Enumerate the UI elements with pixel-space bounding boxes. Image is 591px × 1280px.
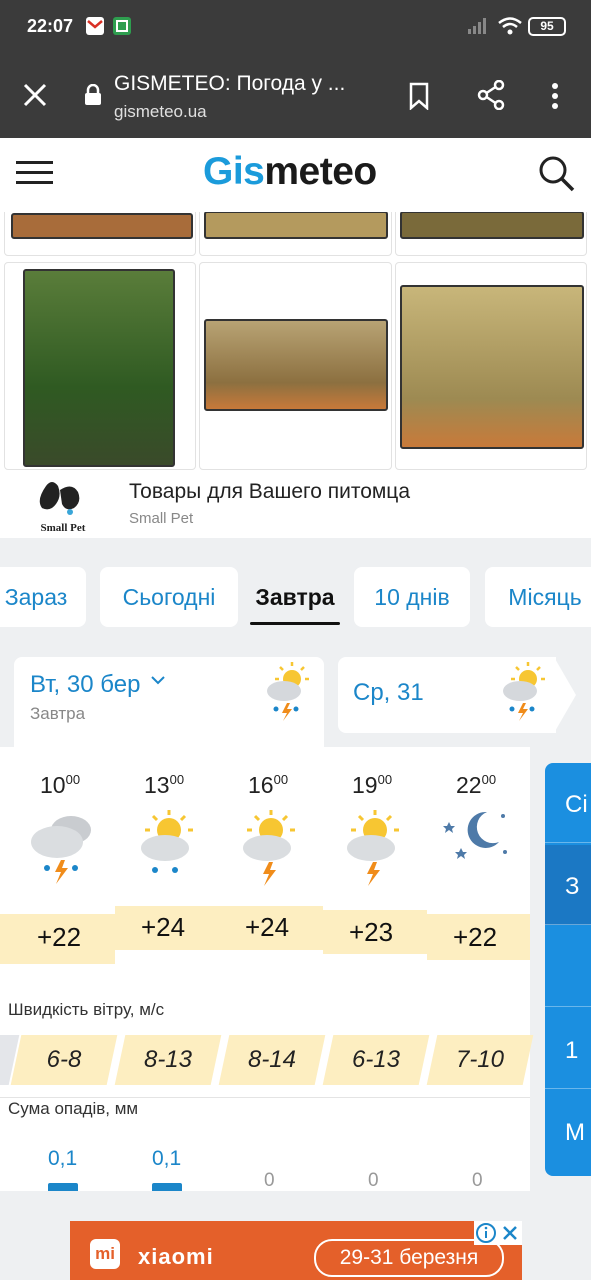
hamburger-menu-icon[interactable] <box>16 160 54 191</box>
tab-label: 10 днів <box>374 583 450 610</box>
signal-icon <box>467 17 489 35</box>
hour-label: 2200 <box>456 772 497 798</box>
side-menu-item[interactable]: З <box>545 845 591 925</box>
tab-month[interactable]: Місяць <box>485 567 591 627</box>
divider <box>0 1097 530 1098</box>
side-menu-item[interactable]: М <box>545 1091 591 1171</box>
tab-label: Сьогодні <box>122 583 216 610</box>
temperature-value: +24 <box>245 912 290 942</box>
chevron-down-icon[interactable] <box>149 671 167 694</box>
day-card-subtitle: Завтра <box>30 704 86 723</box>
active-tab-underline <box>250 622 340 625</box>
browser-toolbar: GISMETEO: Погода у ... gismeteo.ua <box>0 52 591 138</box>
wind-speed-value: 8-14 <box>247 1046 297 1073</box>
lock-icon[interactable] <box>84 83 102 111</box>
side-menu-item[interactable] <box>545 927 591 1007</box>
close-icon[interactable] <box>22 82 48 113</box>
tab-now[interactable]: Зараз <box>0 567 86 627</box>
ad-product-image[interactable] <box>4 212 196 256</box>
logo-meteo: meteo <box>264 150 377 193</box>
precipitation-bar <box>152 1183 182 1191</box>
precipitation-value: 0 <box>368 1170 379 1191</box>
sun-cloud-rain-thunder-icon <box>262 659 312 730</box>
temperature-value: +22 <box>37 922 82 952</box>
precipitation-value: 0 <box>264 1170 275 1191</box>
tab-label: Завтра <box>255 583 335 610</box>
tab-tomorrow[interactable]: Завтра <box>250 567 340 627</box>
small-pet-logo[interactable]: Small Pet <box>32 478 94 536</box>
temperature-value: +22 <box>453 922 498 952</box>
wind-speed-value: 7-10 <box>455 1046 505 1073</box>
mi-logo-icon: mi <box>90 1239 120 1269</box>
day-card-next[interactable]: Ср, 31 <box>338 657 556 733</box>
ad-title[interactable]: Товары для Вашего питомца <box>129 480 410 504</box>
precipitation-bar <box>48 1183 78 1191</box>
precipitation-label: Сума опадів, мм <box>8 1099 139 1118</box>
wifi-icon <box>497 16 523 36</box>
page-title: GISMETEO: Погода у ... <box>114 72 346 95</box>
tab-today[interactable]: Сьогодні <box>100 567 238 627</box>
ad-subtitle: Small Pet <box>129 510 194 527</box>
logo-gis: Gis <box>203 150 265 193</box>
sheets-icon <box>113 17 131 35</box>
page-url[interactable]: gismeteo.ua <box>114 102 207 122</box>
sun-cloud-thunder-icon <box>235 808 305 888</box>
ad-product-image[interactable] <box>199 212 392 256</box>
ad-product-image[interactable] <box>4 262 196 470</box>
moon-stars-icon <box>443 808 513 888</box>
battery-indicator: 95 <box>528 17 566 36</box>
wind-speed-value: 6-8 <box>46 1046 82 1073</box>
hour-label: 1000 <box>40 772 81 798</box>
hour-label: 1600 <box>248 772 289 798</box>
cloud-rain-thunder-icon <box>27 808 97 888</box>
precipitation-value: 0,1 <box>152 1147 182 1170</box>
side-menu-item[interactable]: 1 <box>545 1009 591 1089</box>
temperature-value: +24 <box>141 912 186 942</box>
ad-product-image[interactable] <box>395 262 587 470</box>
site-header: Gismeteo <box>0 138 591 212</box>
status-bar: 22:07 95 <box>0 0 591 52</box>
sun-cloud-rain-thunder-icon <box>498 659 548 730</box>
ad-product-image[interactable] <box>199 262 392 470</box>
status-time: 22:07 <box>27 16 74 36</box>
precipitation-value: 0,1 <box>48 1147 78 1170</box>
side-menu-item[interactable]: Сі <box>545 763 591 843</box>
ad-info-icon[interactable] <box>474 1221 498 1245</box>
sun-cloud-rain-icon <box>131 808 201 888</box>
ad-brand: xiaomi <box>138 1244 214 1269</box>
hour-label: 1300 <box>144 772 185 798</box>
search-icon[interactable] <box>538 155 576 198</box>
ad-close-icon[interactable] <box>498 1221 522 1245</box>
bookmark-icon[interactable] <box>408 82 430 115</box>
bottom-ad-banner[interactable]: mi xiaomi 29-31 березня <box>70 1221 522 1280</box>
next-day-arrow[interactable] <box>554 657 576 733</box>
wind-speed-value: 6-13 <box>351 1046 401 1073</box>
tab-10-days[interactable]: 10 днів <box>354 567 470 627</box>
small-pet-logo-text: Small Pet <box>40 522 86 534</box>
site-logo[interactable]: Gismeteo <box>203 150 377 194</box>
wind-speed-label: Швидкість вітру, м/с <box>8 1000 165 1019</box>
day-card-date: Вт, 30 бер <box>30 671 141 698</box>
day-card-selected[interactable]: Вт, 30 бер Завтра <box>14 657 324 747</box>
temperature-value: +23 <box>349 917 394 947</box>
day-card-date: Ср, 31 <box>353 679 424 706</box>
side-menu-panel[interactable]: Сі З 1 М <box>545 763 591 1176</box>
ad-product-image[interactable] <box>395 212 587 256</box>
hour-label: 1900 <box>352 772 393 798</box>
share-icon[interactable] <box>477 79 505 115</box>
gmail-icon <box>86 17 104 35</box>
ad-banner[interactable]: Small Pet Товары для Вашего питомца Smal… <box>0 212 591 538</box>
precipitation-value: 0 <box>472 1170 483 1191</box>
wind-speed-value: 8-13 <box>143 1046 193 1073</box>
tab-label: Місяць <box>508 583 582 610</box>
sun-cloud-thunder-icon <box>339 808 409 888</box>
more-menu-icon[interactable] <box>551 82 559 115</box>
tab-label: Зараз <box>4 583 68 610</box>
